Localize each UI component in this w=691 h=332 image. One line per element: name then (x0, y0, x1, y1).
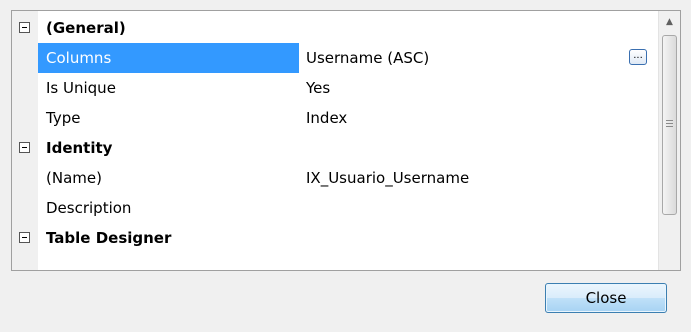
close-button[interactable]: Close (545, 283, 667, 313)
property-name[interactable]: Is Unique (38, 73, 299, 103)
property-row-is-unique[interactable]: Is Unique Yes (12, 73, 652, 103)
property-name[interactable]: (Name) (38, 163, 299, 193)
property-row-columns[interactable]: Columns Username (ASC) ... (12, 43, 652, 73)
category-label: (General) (46, 19, 126, 37)
category-general[interactable]: (General) (12, 13, 652, 43)
category-table-designer[interactable]: Table Designer (12, 223, 652, 253)
collapse-icon[interactable] (19, 22, 30, 33)
grip-line (666, 126, 673, 127)
property-name[interactable]: Description (38, 193, 299, 223)
property-grid: (General) Columns Username (ASC) ... Is … (11, 10, 681, 271)
collapse-icon[interactable] (19, 232, 30, 243)
property-row-type[interactable]: Type Index (12, 103, 652, 133)
scrollbar-thumb[interactable] (662, 35, 677, 215)
property-row-description[interactable]: Description (12, 193, 652, 223)
index-properties-dialog: (General) Columns Username (ASC) ... Is … (0, 0, 691, 332)
property-value[interactable]: Index (300, 103, 650, 133)
property-value[interactable]: Yes (300, 73, 650, 103)
scroll-up-arrow-icon[interactable]: ▲ (659, 11, 680, 33)
category-label: Identity (46, 139, 113, 157)
ellipsis-button[interactable]: ... (629, 49, 647, 65)
property-name[interactable]: Columns (38, 43, 299, 73)
property-row-name[interactable]: (Name) IX_Usuario_Username (12, 163, 652, 193)
grip-line (666, 123, 673, 124)
vertical-scrollbar[interactable]: ▲ (658, 11, 680, 270)
property-value[interactable] (300, 193, 650, 223)
category-identity[interactable]: Identity (12, 133, 652, 163)
property-value[interactable]: Username (ASC) (300, 43, 650, 73)
grip-line (666, 120, 673, 121)
category-label: Table Designer (46, 229, 172, 247)
property-value[interactable]: IX_Usuario_Username (300, 163, 650, 193)
collapse-icon[interactable] (19, 142, 30, 153)
property-name[interactable]: Type (38, 103, 299, 133)
